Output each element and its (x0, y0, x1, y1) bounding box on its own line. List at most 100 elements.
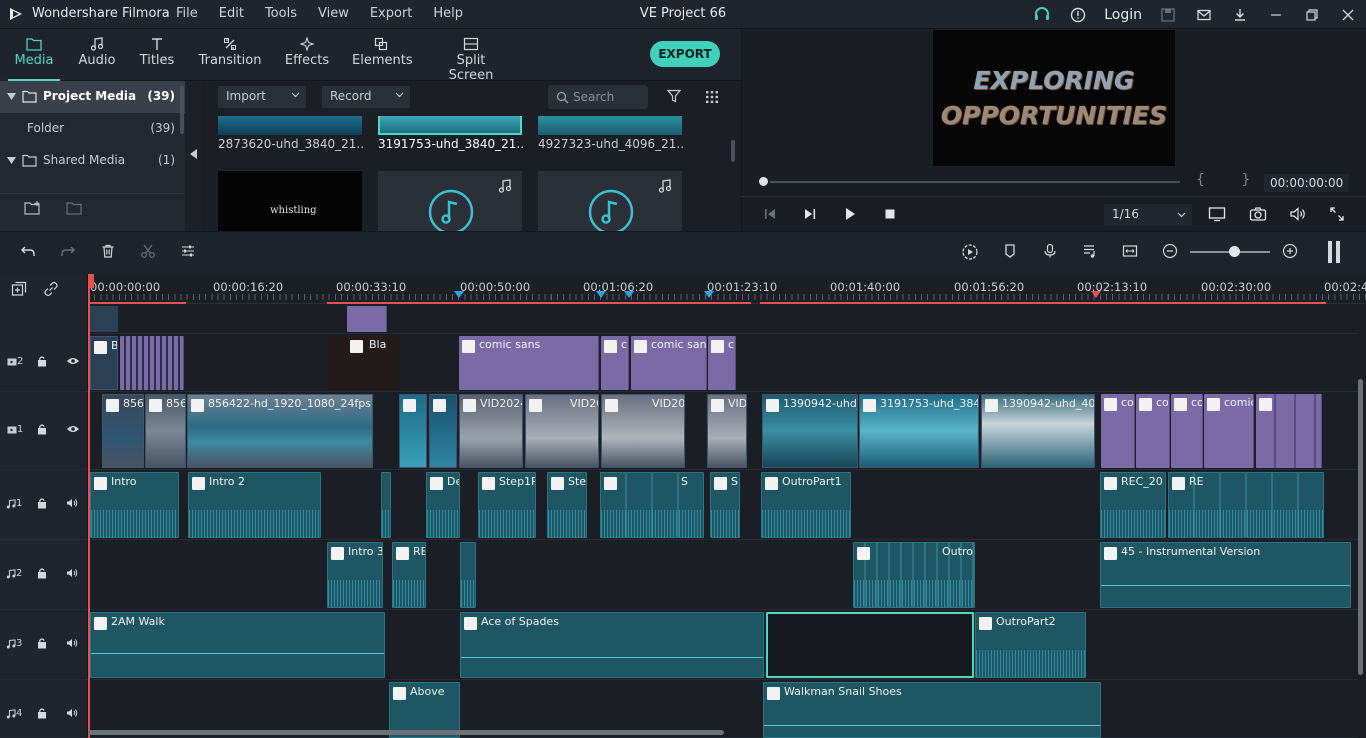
download-icon[interactable] (1222, 0, 1258, 29)
audio-clip[interactable]: OutroPart2 (975, 612, 1086, 678)
timeline-marker[interactable] (1091, 291, 1101, 298)
delete-trash-icon[interactable] (100, 243, 116, 259)
menu-tools[interactable]: Tools (265, 6, 297, 21)
timeline-vertical-scrollbar[interactable] (1358, 379, 1363, 675)
audio-clip[interactable]: Intro (90, 472, 179, 538)
audio-clip[interactable]: Step1Pa (478, 472, 536, 538)
timeline-marker[interactable] (596, 291, 606, 298)
speaker-icon[interactable] (66, 568, 78, 578)
tab-effects[interactable]: Effects (284, 29, 330, 81)
audio-clip[interactable]: 45 - Instrumental Version (1100, 542, 1351, 608)
timeline-ruler[interactable]: 00:00:00:00 00:00:16:20 00:00:33:10 00:0… (88, 274, 1366, 304)
title-clip[interactable] (120, 336, 184, 390)
timeline-marker[interactable] (624, 291, 634, 298)
display-monitor-icon[interactable] (1208, 206, 1226, 222)
audio-clip[interactable]: Walkman Snail Shoes (763, 682, 1101, 738)
video-clip[interactable]: Bla (327, 336, 399, 390)
voiceover-mic-icon[interactable] (1042, 243, 1058, 259)
audio-clip[interactable]: Step (547, 472, 587, 538)
fit-timeline-icon[interactable] (1122, 243, 1138, 259)
sidebar-item-shared-media[interactable]: Shared Media (1) (0, 145, 185, 177)
video-clip[interactable] (90, 306, 118, 332)
next-frame-icon[interactable] (802, 206, 818, 222)
audio-clip[interactable]: Intro 3 (327, 542, 383, 608)
title-clip[interactable]: co (1136, 394, 1170, 468)
undo-icon[interactable] (20, 243, 36, 259)
tab-transition[interactable]: Transition (198, 29, 262, 81)
add-folder-icon[interactable] (24, 201, 42, 216)
title-clip[interactable]: co (1101, 394, 1135, 468)
export-button[interactable]: EXPORT (650, 41, 720, 67)
stop-icon[interactable] (882, 206, 898, 222)
add-track-icon[interactable] (11, 281, 27, 297)
audio-clip[interactable]: De (426, 472, 460, 538)
preview-progress-handle[interactable] (757, 175, 770, 188)
lock-icon[interactable] (37, 355, 47, 367)
audio-clip-group[interactable]: S (600, 472, 704, 538)
video-clip[interactable]: VID202 (525, 394, 599, 468)
media-audio-thumbnail[interactable] (538, 171, 682, 231)
title-clip[interactable]: comic (1204, 394, 1254, 468)
title-clip[interactable] (347, 306, 387, 332)
playhead[interactable] (88, 274, 90, 738)
lock-icon[interactable] (37, 707, 47, 719)
menu-help[interactable]: Help (433, 6, 463, 21)
selected-audio-clip[interactable] (766, 612, 974, 678)
lock-icon[interactable] (37, 567, 47, 579)
playhead-handle[interactable] (88, 274, 94, 288)
marker-icon[interactable] (1002, 243, 1018, 259)
headset-support-icon[interactable] (1024, 0, 1060, 29)
speaker-icon[interactable] (66, 638, 78, 648)
zoom-in-icon[interactable] (1282, 243, 1298, 259)
lock-icon[interactable] (37, 423, 47, 435)
panel-handle-icon[interactable] (1327, 241, 1341, 263)
video-clip[interactable]: 3191753-uhd_3840_21 (859, 394, 979, 468)
audio-mixer-icon[interactable] (1082, 243, 1098, 259)
video-clip[interactable]: 1390942-uhd_4096_2 (981, 394, 1095, 468)
save-icon[interactable] (1150, 0, 1186, 29)
tab-elements[interactable]: Elements (352, 29, 413, 81)
zoom-out-icon[interactable] (1162, 243, 1178, 259)
title-clip[interactable]: comic sans (631, 336, 707, 390)
minimize-icon[interactable] (1258, 0, 1294, 29)
grid-view-icon[interactable] (705, 90, 719, 104)
video-clip[interactable]: 856 (145, 394, 186, 468)
record-dropdown[interactable]: Record (322, 86, 410, 108)
lock-icon[interactable] (37, 497, 47, 509)
play-icon[interactable] (842, 206, 858, 222)
filter-icon[interactable] (667, 89, 681, 103)
media-audio-thumbnail[interactable] (378, 171, 522, 231)
adjust-sliders-icon[interactable] (180, 243, 196, 259)
title-clip[interactable]: c (708, 336, 736, 390)
close-icon[interactable] (1330, 0, 1366, 29)
split-scissors-icon[interactable] (140, 243, 156, 259)
audio-clip[interactable] (381, 472, 391, 538)
restore-icon[interactable] (1294, 0, 1330, 29)
import-dropdown[interactable]: Import (218, 86, 306, 108)
video-clip[interactable]: VID202 (601, 394, 685, 468)
alert-info-icon[interactable] (1060, 0, 1096, 29)
menu-view[interactable]: View (318, 6, 349, 21)
timeline-marker[interactable] (454, 291, 464, 298)
tab-media[interactable]: Media (8, 29, 60, 81)
link-icon[interactable] (43, 281, 59, 297)
audio-clip[interactable]: RE (392, 542, 426, 608)
login-link[interactable]: Login (1096, 7, 1150, 23)
eye-visibility-icon[interactable] (66, 424, 80, 434)
title-clip-group[interactable] (1256, 394, 1322, 468)
video-clip[interactable] (399, 394, 427, 468)
search-input[interactable]: Search (548, 85, 648, 109)
audio-clip[interactable]: OutroPart1 (761, 472, 851, 538)
video-clip[interactable]: B (90, 336, 118, 390)
sidebar-scrollbar[interactable] (180, 86, 184, 134)
video-clip[interactable]: VID2024 (459, 394, 523, 468)
media-thumbnail[interactable] (378, 116, 522, 135)
speaker-icon[interactable] (66, 708, 78, 718)
media-thumbnail[interactable]: whistling (218, 171, 362, 231)
media-grid-scrollbar[interactable] (731, 140, 735, 162)
lock-icon[interactable] (37, 637, 47, 649)
snapshot-camera-icon[interactable] (1249, 206, 1267, 222)
video-clip[interactable]: 1390942-uhd_40 (762, 394, 858, 468)
timeline-horizontal-scrollbar[interactable] (88, 730, 724, 735)
mark-in-out-braces[interactable]: { } (1196, 172, 1266, 188)
